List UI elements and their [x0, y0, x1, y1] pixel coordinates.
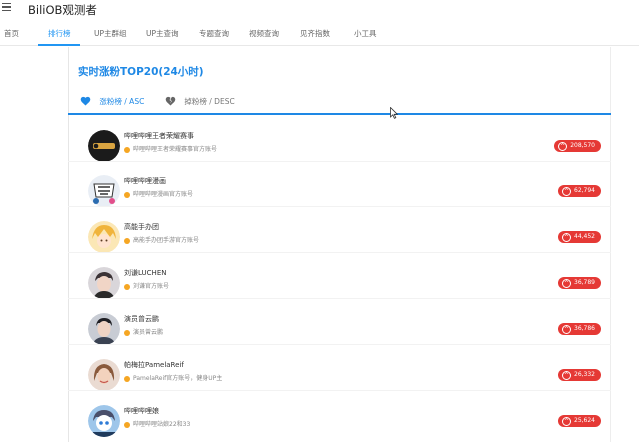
tab-video-search[interactable]: 视频查询 — [249, 28, 279, 39]
tab-fans-loss[interactable]: 掉粉榜 / DESC — [165, 96, 235, 108]
avatar[interactable] — [88, 359, 120, 391]
arrow-up-icon: ^ — [562, 371, 571, 380]
up-name[interactable]: 哔哩哔哩王者荣耀赛事 — [124, 131, 194, 141]
up-name[interactable]: 刘谦LUCHEN — [124, 268, 167, 278]
up-signature: 哔哩哔哩王者荣耀赛事官方账号 — [124, 144, 217, 153]
up-name[interactable]: 哔哩哔哩漫画 — [124, 176, 166, 186]
fans-delta-badge: ^ 44,452 — [558, 231, 601, 243]
tab-up-search[interactable]: UP主查询 — [146, 28, 179, 39]
verified-icon — [124, 283, 130, 290]
avatar[interactable] — [88, 130, 120, 162]
avatar[interactable] — [88, 405, 120, 437]
list-item[interactable]: 高能手办团 高能手办团手游官方账号 ^ 44,452 — [68, 207, 611, 253]
arrow-up-icon: ^ — [562, 279, 571, 288]
verified-icon — [124, 191, 130, 198]
avatar[interactable] — [88, 175, 120, 207]
fans-delta-badge: ^ 62,794 — [558, 185, 601, 197]
tab-fans-gain-label: 涨粉榜 / ASC — [99, 97, 145, 106]
verified-icon — [124, 146, 130, 153]
avatar[interactable] — [88, 313, 120, 345]
up-name[interactable]: 高能手办团 — [124, 222, 159, 232]
up-signature: 演员曾云鹏 — [124, 327, 163, 336]
tab-tools[interactable]: 小工具 — [354, 28, 377, 39]
app-topbar: BiliOB观测者 — [0, 0, 639, 20]
fans-delta-badge: ^ 26,332 — [558, 369, 601, 381]
verified-icon — [124, 375, 130, 382]
list-item[interactable]: 哔哩哔哩王者荣耀赛事 哔哩哔哩王者荣耀赛事官方账号 ^ 208,570 — [68, 116, 611, 162]
tab-up-groups[interactable]: UP主群组 — [94, 28, 127, 39]
verified-icon — [124, 237, 130, 244]
arrow-up-icon: ^ — [562, 417, 571, 426]
up-name[interactable]: 帕梅拉PamelaReif — [124, 360, 184, 370]
avatar[interactable] — [88, 221, 120, 253]
arrow-up-icon: ^ — [562, 187, 571, 196]
avatar[interactable] — [88, 267, 120, 299]
tab-home[interactable]: 首页 — [4, 28, 19, 39]
arrow-up-icon: ^ — [558, 142, 568, 151]
up-name[interactable]: 哔哩哔哩娘 — [124, 406, 159, 416]
up-signature: 哔哩哔哩漫画官方账号 — [124, 189, 193, 198]
fans-delta-badge: ^ 36,786 — [558, 323, 601, 335]
up-name[interactable]: 演员曾云鹏 — [124, 314, 159, 324]
list-item[interactable]: 哔哩哔哩漫画 哔哩哔哩漫画官方账号 ^ 62,794 — [68, 161, 611, 207]
heart-icon — [80, 96, 91, 108]
tab-ranking[interactable]: 排行榜 — [48, 28, 71, 39]
fans-delta-badge: ^ 208,570 — [554, 140, 601, 152]
arrow-up-icon: ^ — [562, 233, 571, 242]
menu-icon[interactable] — [2, 3, 11, 11]
broken-heart-icon — [165, 96, 176, 108]
subtab-indicator — [68, 113, 611, 115]
tab-topic-search[interactable]: 专题查询 — [199, 28, 229, 39]
arrow-up-icon: ^ — [562, 325, 571, 334]
list-item[interactable]: 演员曾云鹏 演员曾云鹏 ^ 36,786 — [68, 299, 611, 345]
page-title: 实时涨粉TOP20(24小时) — [78, 66, 204, 78]
verified-icon — [124, 329, 130, 336]
list-item[interactable]: 哔哩哔哩娘 哔哩哔哩站娘22和33 ^ 25,624 — [68, 391, 611, 437]
up-signature: 高能手办团手游官方账号 — [124, 235, 199, 244]
fans-delta-badge: ^ 36,789 — [558, 277, 601, 289]
fans-delta-badge: ^ 25,624 — [558, 415, 601, 427]
app-title: BiliOB观测者 — [28, 3, 97, 17]
up-signature: 哔哩哔哩站娘22和33 — [124, 419, 190, 428]
verified-icon — [124, 421, 130, 428]
list-item[interactable]: 刘谦LUCHEN 刘谦官方账号 ^ 36,789 — [68, 253, 611, 299]
active-tab-indicator — [38, 44, 80, 46]
up-signature: 刘谦官方账号 — [124, 281, 169, 290]
tab-fans-gain[interactable]: 涨粉榜 / ASC — [80, 96, 144, 108]
list-item[interactable]: 帕梅拉PamelaReif PamelaReif官方账号，健身UP主 ^ 26,3… — [68, 345, 611, 391]
tab-fans-loss-label: 掉粉榜 / DESC — [184, 97, 235, 106]
up-signature: PamelaReif官方账号，健身UP主 — [124, 373, 222, 382]
main-nav: 首页 排行榜 UP主群组 UP主查询 专题查询 视频查询 见齐指数 小工具 — [0, 22, 639, 46]
tab-jianqi-index[interactable]: 见齐指数 — [300, 28, 330, 39]
